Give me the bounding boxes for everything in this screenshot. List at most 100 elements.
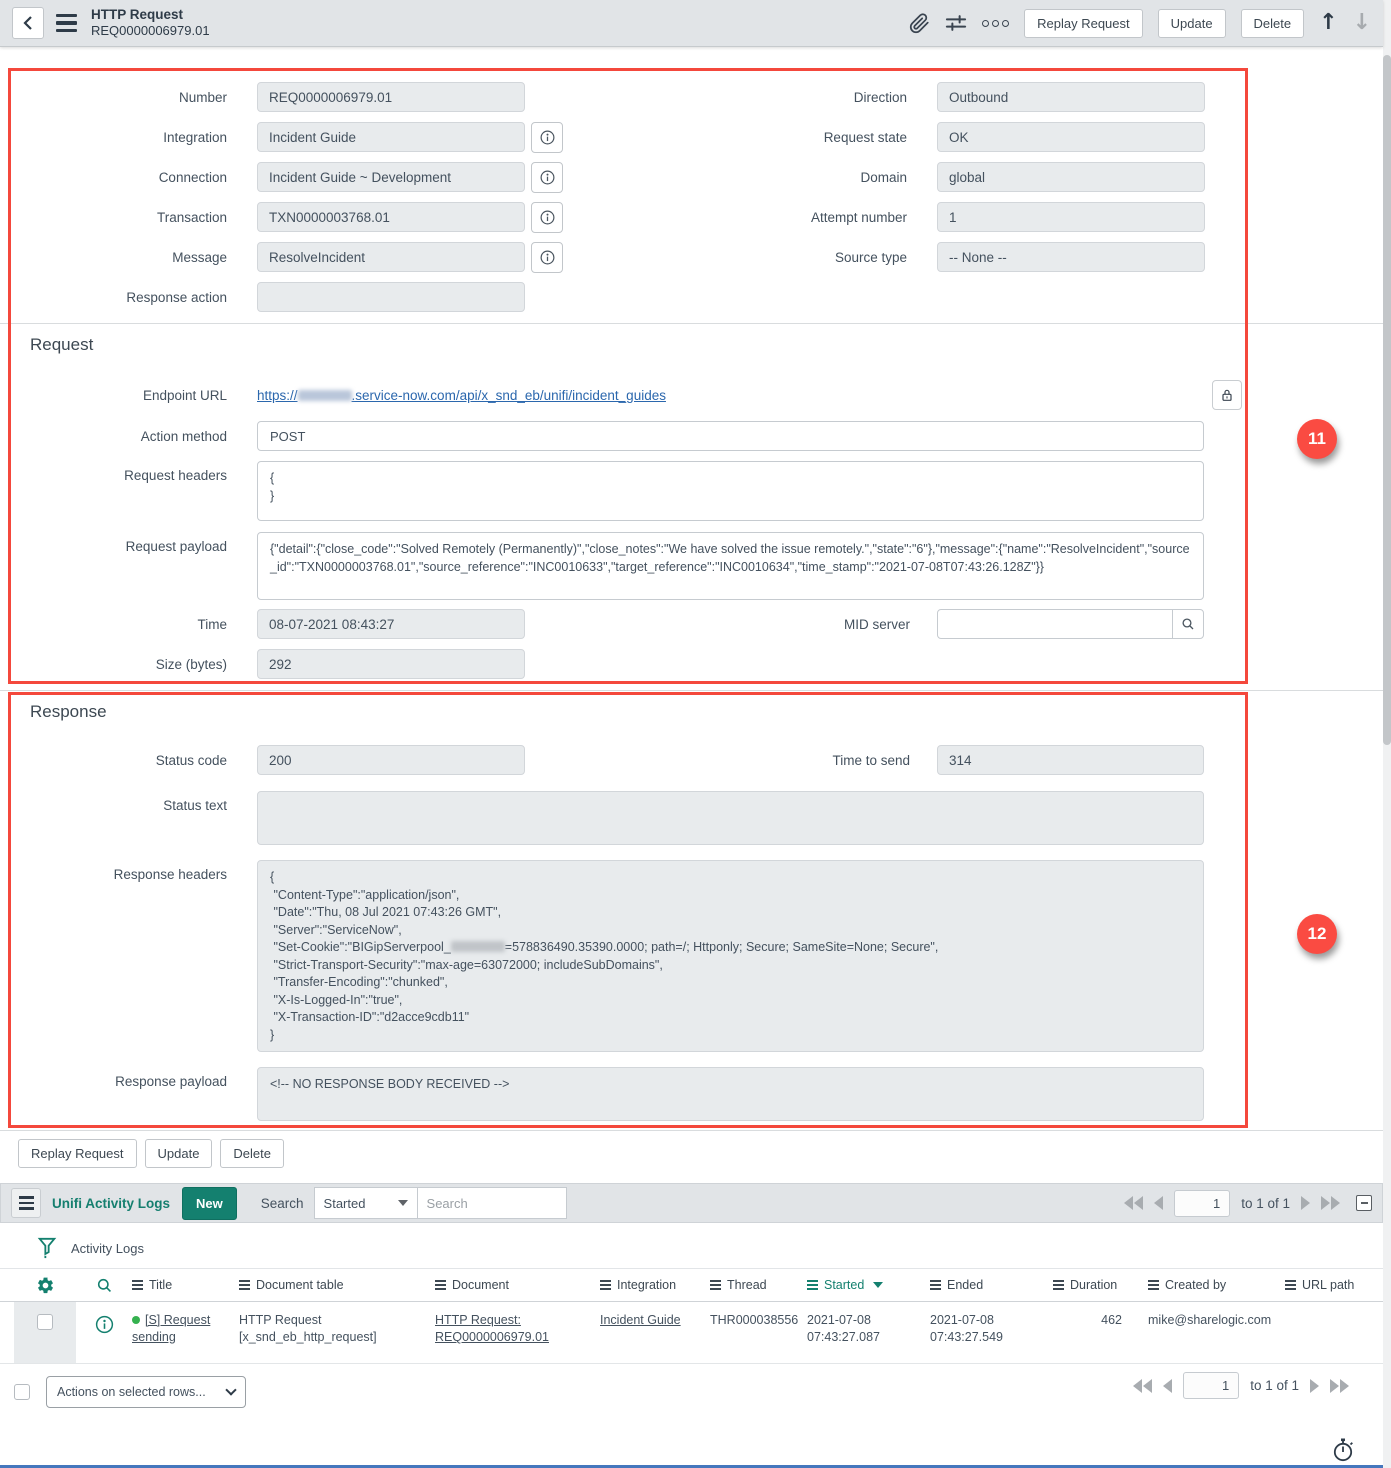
last-page-button[interactable]: [1330, 1379, 1349, 1393]
gear-icon[interactable]: [36, 1276, 55, 1295]
next-page-button[interactable]: [1301, 1196, 1310, 1210]
scroll-up-icon[interactable]: ↑: [1319, 12, 1337, 34]
actions-select-value: Actions on selected rows...: [57, 1385, 206, 1399]
collapse-list-button[interactable]: [1356, 1195, 1372, 1211]
search-field-select[interactable]: Started: [314, 1187, 418, 1219]
transaction-info-button[interactable]: [531, 202, 563, 233]
field-label: Number: [0, 90, 257, 105]
filter-icon[interactable]: [36, 1236, 58, 1260]
row-url-path-cell: [1265, 1302, 1365, 1363]
personalize-form-icon[interactable]: [945, 13, 967, 33]
more-options-icon[interactable]: [982, 20, 1009, 27]
column-header-url-path[interactable]: URL path: [1265, 1278, 1365, 1292]
column-menu-icon[interactable]: [1053, 1280, 1064, 1290]
previous-page-button[interactable]: [1163, 1379, 1172, 1393]
previous-page-button[interactable]: [1154, 1196, 1163, 1210]
column-header-integration[interactable]: Integration: [600, 1278, 710, 1292]
document-link[interactable]: HTTP Request: REQ0000006979.01: [435, 1312, 549, 1346]
field-attempt-number: Attempt number 1: [680, 202, 1205, 232]
field-label: Endpoint URL: [0, 388, 257, 403]
column-menu-icon[interactable]: [239, 1280, 250, 1290]
request-headers-input[interactable]: { }: [257, 461, 1204, 521]
record-preview-icon[interactable]: [94, 1314, 115, 1335]
request-payload-input[interactable]: {"detail":{"close_code":"Solved Remotely…: [257, 532, 1204, 600]
column-header-thread[interactable]: Thread: [710, 1278, 807, 1292]
row-thread-cell: THR000038556: [710, 1302, 807, 1363]
breadcrumb-label[interactable]: Activity Logs: [71, 1241, 144, 1256]
field-endpoint-url: Endpoint URL https://.service-now.com/ap…: [0, 380, 1383, 410]
first-page-button[interactable]: [1133, 1379, 1152, 1393]
form-left-column: Number REQ0000006979.01 Integration Inci…: [0, 82, 563, 322]
column-header-created-by[interactable]: Created by: [1128, 1278, 1265, 1292]
row-range-label: to 1 of 1: [1250, 1378, 1299, 1393]
column-menu-icon[interactable]: [600, 1280, 611, 1290]
actions-select[interactable]: Actions on selected rows...: [46, 1376, 246, 1408]
list-title[interactable]: Unifi Activity Logs: [52, 1196, 170, 1211]
replay-request-button-footer[interactable]: Replay Request: [18, 1139, 137, 1168]
row-checkbox[interactable]: [37, 1314, 53, 1330]
request-state-field: OK: [937, 122, 1205, 152]
delete-button-footer[interactable]: Delete: [220, 1139, 284, 1168]
list-search-input[interactable]: [417, 1187, 567, 1219]
column-header-started[interactable]: Started: [807, 1278, 930, 1292]
column-menu-icon[interactable]: [132, 1280, 143, 1290]
new-button[interactable]: New: [182, 1187, 237, 1220]
unlock-endpoint-button[interactable]: [1212, 380, 1242, 410]
activity-log-link[interactable]: [S] Request sending: [132, 1313, 210, 1344]
mid-server-input[interactable]: [937, 609, 1173, 639]
first-page-button[interactable]: [1124, 1196, 1143, 1210]
field-label: Domain: [680, 170, 937, 185]
integration-link[interactable]: Incident Guide: [600, 1313, 681, 1327]
request-section-title: Request: [0, 324, 1383, 358]
field-source-type: Source type -- None --: [680, 242, 1205, 272]
search-icon[interactable]: [95, 1276, 114, 1295]
delete-button[interactable]: Delete: [1241, 9, 1305, 38]
redacted-cookie: [451, 941, 505, 952]
message-info-button[interactable]: [531, 242, 563, 273]
column-header-ended[interactable]: Ended: [930, 1278, 1053, 1292]
column-header-title[interactable]: Title: [132, 1278, 239, 1292]
integration-info-button[interactable]: [531, 122, 563, 153]
column-header-document-table[interactable]: Document table: [239, 1278, 435, 1292]
list-context-menu-icon[interactable]: [11, 1188, 41, 1218]
endpoint-url-link[interactable]: https://.service-now.com/api/x_snd_eb/un…: [257, 388, 666, 403]
select-all-checkbox[interactable]: [14, 1384, 30, 1400]
response-section: Response Status code 200 Time to send 31…: [0, 690, 1383, 1121]
message-field: ResolveIncident: [257, 242, 525, 272]
endpoint-url-value: https://.service-now.com/api/x_snd_eb/un…: [257, 388, 1204, 403]
column-menu-icon[interactable]: [930, 1280, 941, 1290]
column-menu-icon[interactable]: [807, 1280, 818, 1290]
response-headers-field: { "Content-Type":"application/json", "Da…: [257, 860, 1204, 1052]
page-number-input[interactable]: [1174, 1190, 1230, 1217]
annotation-badge-11: 11: [1297, 419, 1337, 459]
column-header-duration[interactable]: Duration: [1053, 1278, 1128, 1292]
field-request-headers: Request headers { }: [0, 461, 1383, 521]
field-label: Transaction: [0, 210, 257, 225]
back-button[interactable]: [12, 7, 44, 39]
field-label: Request payload: [0, 532, 257, 554]
scroll-down-icon[interactable]: ↓: [1353, 12, 1371, 34]
connection-field: Incident Guide ~ Development: [257, 162, 525, 192]
connection-info-button[interactable]: [531, 162, 563, 193]
update-button-footer[interactable]: Update: [145, 1139, 213, 1168]
column-menu-icon[interactable]: [710, 1280, 721, 1290]
attempt-number-field: 1: [937, 202, 1205, 232]
next-page-button[interactable]: [1310, 1379, 1319, 1393]
action-method-input[interactable]: POST: [257, 421, 1204, 451]
attachment-icon[interactable]: [909, 13, 930, 34]
scrollbar-thumb[interactable]: [1383, 55, 1391, 745]
update-button[interactable]: Update: [1158, 9, 1226, 38]
column-header-document[interactable]: Document: [435, 1278, 600, 1292]
replay-request-button[interactable]: Replay Request: [1024, 9, 1143, 38]
field-label: Action method: [0, 429, 257, 444]
vertical-scrollbar[interactable]: [1383, 0, 1391, 1468]
page-number-input[interactable]: [1183, 1372, 1239, 1399]
context-menu-icon[interactable]: [56, 14, 77, 32]
column-menu-icon[interactable]: [1285, 1280, 1296, 1290]
last-page-button[interactable]: [1321, 1196, 1340, 1210]
column-menu-icon[interactable]: [1148, 1280, 1159, 1290]
response-time-icon[interactable]: [1330, 1436, 1356, 1468]
mid-server-lookup-button[interactable]: [1172, 609, 1204, 639]
integration-field: Incident Guide: [257, 122, 525, 152]
column-menu-icon[interactable]: [435, 1280, 446, 1290]
